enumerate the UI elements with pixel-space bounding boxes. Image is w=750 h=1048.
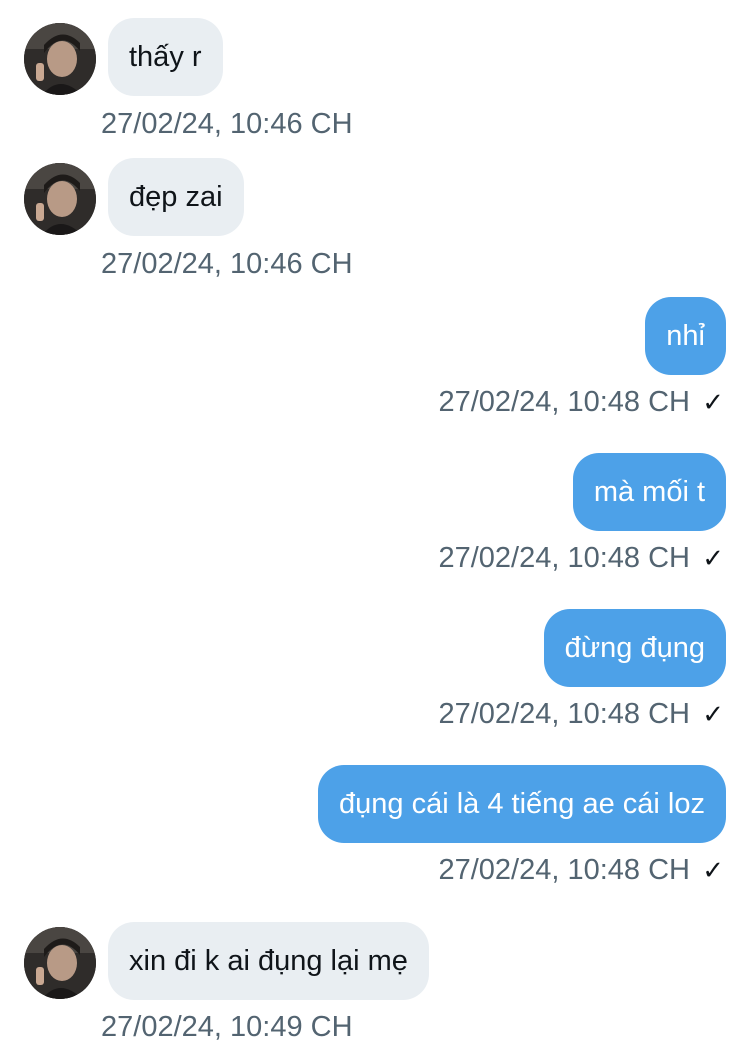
checkmark-icon: ✓ <box>702 387 724 417</box>
message-bubble[interactable]: thấy r <box>108 18 223 96</box>
message-bubble[interactable]: đẹp zai <box>108 158 244 236</box>
message-timestamp: 27/02/24, 10:48 CH <box>438 854 690 886</box>
message-timestamp: 27/02/24, 10:48 CH <box>438 542 690 574</box>
avatar[interactable] <box>24 23 96 95</box>
avatar-photo-icon <box>24 927 96 999</box>
message-bubble[interactable]: đừng đụng <box>543 609 726 687</box>
message-timestamp: 27/02/24, 10:48 CH <box>438 698 690 730</box>
message-bubble[interactable]: mà mối t <box>572 453 726 531</box>
message-timestamp: 27/02/24, 10:46 CH <box>101 108 353 140</box>
message-timestamp: 27/02/24, 10:48 CH <box>438 386 690 418</box>
message-bubble[interactable]: nhỉ <box>645 297 726 375</box>
message-bubble[interactable]: xin đi k ai đụng lại mẹ <box>108 922 429 1000</box>
message-timestamp: 27/02/24, 10:46 CH <box>101 248 353 280</box>
avatar-photo-icon <box>24 163 96 235</box>
message-timestamp: 27/02/24, 10:49 CH <box>101 1011 353 1043</box>
checkmark-icon: ✓ <box>702 543 724 573</box>
avatar-photo-icon <box>24 23 96 95</box>
message-bubble[interactable]: đụng cái là 4 tiếng ae cái loz <box>318 765 726 843</box>
checkmark-icon: ✓ <box>702 855 724 885</box>
checkmark-icon: ✓ <box>702 699 724 729</box>
avatar[interactable] <box>24 163 96 235</box>
avatar[interactable] <box>24 927 96 999</box>
